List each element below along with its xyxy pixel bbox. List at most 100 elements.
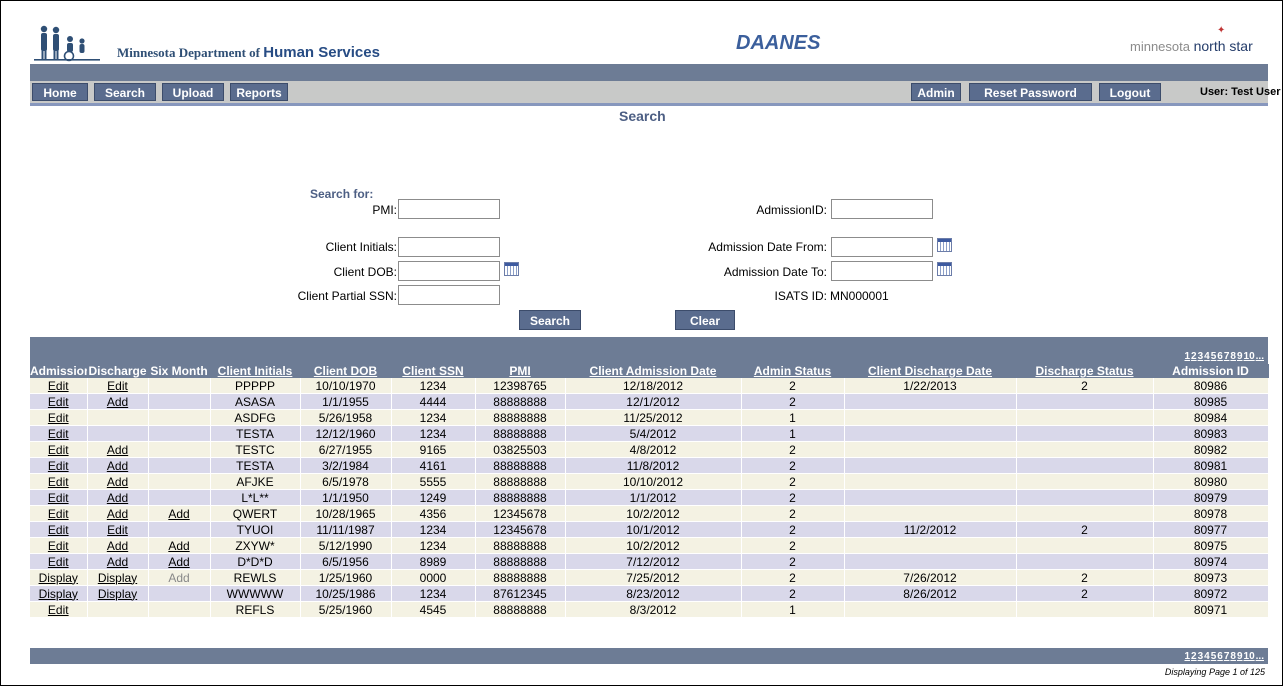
add-link[interactable]: Add	[107, 507, 128, 521]
column-header[interactable]: PMI	[475, 364, 566, 378]
column-header[interactable]: Client SSN	[391, 364, 476, 378]
column-header[interactable]: Admin Status	[741, 364, 845, 378]
table-cell: 12345678	[475, 505, 566, 522]
pager-link[interactable]: 4	[1204, 651, 1210, 662]
pager-link[interactable]: 9	[1237, 351, 1243, 362]
edit-link[interactable]: Edit	[48, 411, 69, 425]
pager-link[interactable]: ...	[1256, 351, 1264, 362]
admission-id-input[interactable]	[831, 199, 933, 219]
display-link[interactable]: Display	[39, 587, 78, 601]
pager-link[interactable]: 3	[1198, 651, 1204, 662]
nav-reset-password[interactable]: Reset Password	[969, 83, 1092, 101]
add-link[interactable]: Add	[107, 459, 128, 473]
client-ssn-input[interactable]	[398, 285, 500, 305]
client-initials-input[interactable]	[398, 237, 500, 257]
edit-link[interactable]: Edit	[48, 475, 69, 489]
pager-link[interactable]: 2	[1191, 651, 1197, 662]
current-user: User: Test User	[1200, 86, 1281, 98]
table-row: Edit ASDFG 5/26/1958 1234 88888888 11/25/2012…	[30, 409, 1269, 426]
add-link[interactable]: Add	[107, 539, 128, 553]
table-cell	[1016, 473, 1154, 490]
nav-reports[interactable]: Reports	[230, 83, 288, 101]
pager-link[interactable]: 1	[1184, 351, 1190, 362]
pager-link[interactable]: 5	[1211, 351, 1217, 362]
table-cell: 1234	[391, 585, 476, 602]
column-header[interactable]: Client Initials	[210, 364, 301, 378]
edit-link[interactable]: Edit	[48, 523, 69, 537]
table-cell: 2	[1016, 521, 1154, 538]
table-row: Edit Add L*L** 1/1/1950 1249 88888888 1/1/2012…	[30, 489, 1269, 506]
table-cell	[844, 425, 1017, 442]
calendar-icon[interactable]	[937, 238, 952, 252]
pager-link[interactable]: 7	[1224, 351, 1230, 362]
add-link[interactable]: Add	[107, 443, 128, 457]
table-cell: 12345678	[475, 521, 566, 538]
column-header[interactable]: Discharge Status	[1016, 364, 1154, 378]
add-link[interactable]: Add	[168, 507, 189, 521]
edit-link[interactable]: Edit	[107, 379, 128, 393]
pager-link[interactable]: 10	[1244, 651, 1255, 662]
nav-admin[interactable]: Admin	[911, 83, 961, 101]
add-link[interactable]: Add	[107, 491, 128, 505]
display-link[interactable]: Display	[39, 571, 78, 585]
pager-link[interactable]: 6	[1217, 351, 1223, 362]
nav-bar: Home Search Upload Reports Admin Reset P…	[30, 64, 1281, 106]
edit-link[interactable]: Edit	[48, 459, 69, 473]
pager-link[interactable]: 8	[1230, 651, 1236, 662]
pmi-label: PMI:	[372, 203, 397, 217]
calendar-icon[interactable]	[937, 262, 952, 276]
edit-link[interactable]: Edit	[48, 555, 69, 569]
edit-link[interactable]: Edit	[48, 539, 69, 553]
pager-link[interactable]: 8	[1230, 351, 1236, 362]
column-header[interactable]: Client Admission Date	[565, 364, 742, 378]
edit-link[interactable]: Edit	[48, 395, 69, 409]
edit-link[interactable]: Edit	[48, 443, 69, 457]
pager-link[interactable]: 7	[1224, 651, 1230, 662]
pager-link[interactable]: 5	[1211, 651, 1217, 662]
pager-link[interactable]: 1	[1184, 651, 1190, 662]
edit-link[interactable]: Edit	[48, 427, 69, 441]
edit-link[interactable]: Edit	[107, 523, 128, 537]
table-cell: L*L**	[210, 489, 301, 506]
add-link[interactable]: Add	[168, 555, 189, 569]
north-star-logo: minnesota north star	[1130, 38, 1253, 54]
table-cell	[1016, 425, 1154, 442]
pmi-input[interactable]	[398, 199, 500, 219]
pager-link[interactable]: 3	[1198, 351, 1204, 362]
clear-button[interactable]: Clear	[675, 310, 735, 330]
nav-upload[interactable]: Upload	[162, 83, 224, 101]
client-dob-input[interactable]	[398, 261, 500, 281]
add-link[interactable]: Add	[168, 539, 189, 553]
pager-link[interactable]: ...	[1256, 651, 1264, 662]
add-link[interactable]: Add	[107, 395, 128, 409]
pager-link[interactable]: 9	[1237, 651, 1243, 662]
add-link[interactable]: Add	[107, 475, 128, 489]
display-link[interactable]: Display	[98, 587, 137, 601]
pager-link[interactable]: 10	[1244, 351, 1255, 362]
edit-link[interactable]: Edit	[48, 507, 69, 521]
add-link[interactable]: Add	[107, 555, 128, 569]
edit-link[interactable]: Edit	[48, 603, 69, 617]
admission-from-input[interactable]	[831, 237, 933, 257]
edit-link[interactable]: Edit	[48, 491, 69, 505]
column-header[interactable]: Client DOB	[300, 364, 392, 378]
table-cell: 11/11/1987	[300, 521, 392, 538]
table-cell: Edit	[30, 553, 88, 570]
column-header: Six Month	[148, 364, 211, 378]
display-link[interactable]: Display	[98, 571, 137, 585]
isats-label: ISATS ID:	[774, 289, 827, 303]
column-header[interactable]: Client Discharge Date	[844, 364, 1017, 378]
table-cell	[1016, 441, 1154, 458]
edit-link[interactable]: Edit	[48, 379, 69, 393]
nav-logout[interactable]: Logout	[1099, 83, 1161, 101]
table-cell	[1016, 537, 1154, 554]
admission-to-input[interactable]	[831, 261, 933, 281]
search-button[interactable]: Search	[519, 310, 581, 330]
pager-link[interactable]: 4	[1204, 351, 1210, 362]
pager-link[interactable]: 2	[1191, 351, 1197, 362]
nav-search[interactable]: Search	[94, 83, 156, 101]
calendar-icon[interactable]	[504, 262, 519, 276]
table-cell: 5/25/1960	[300, 601, 392, 618]
nav-home[interactable]: Home	[32, 83, 88, 101]
pager-link[interactable]: 6	[1217, 651, 1223, 662]
